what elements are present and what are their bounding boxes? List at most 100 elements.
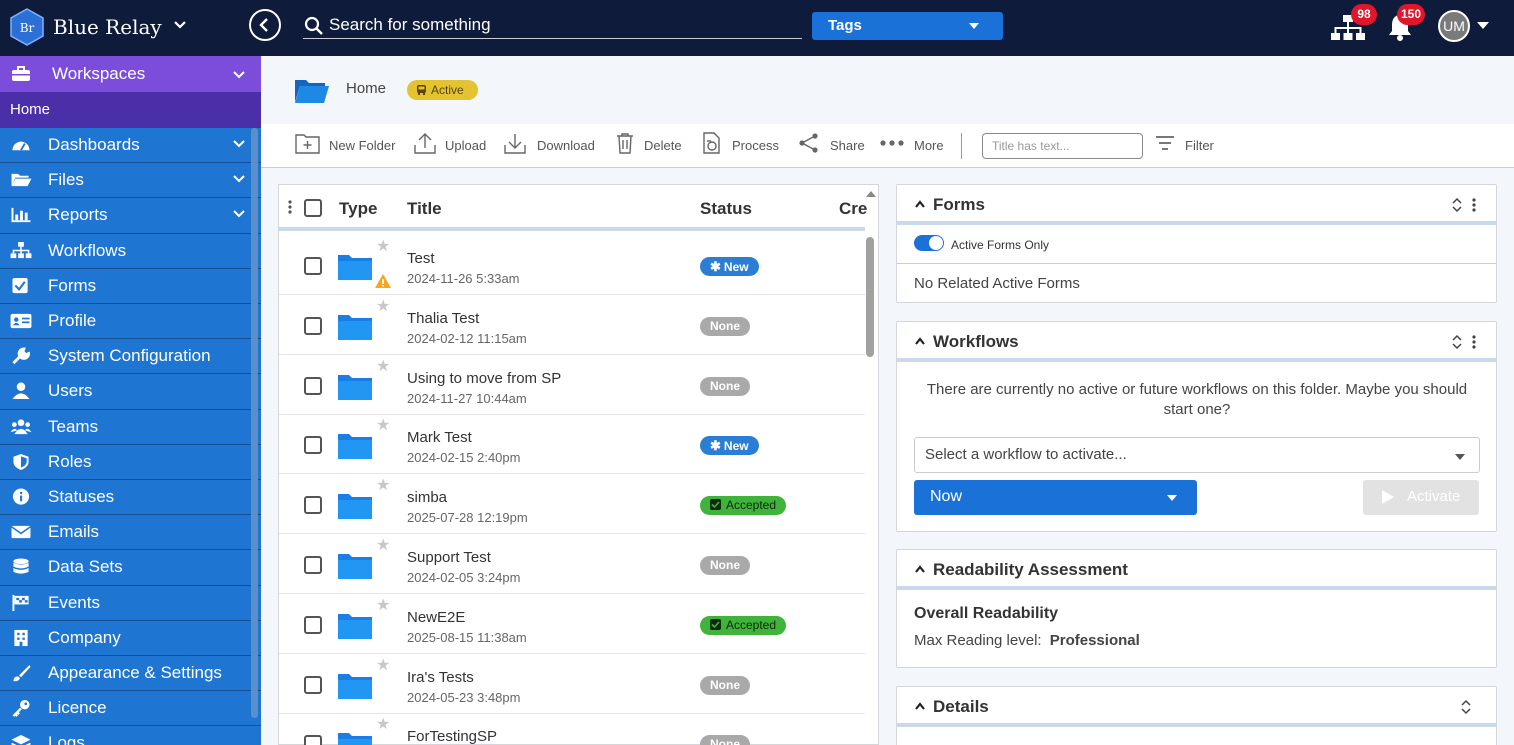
folder-open-icon (295, 80, 329, 103)
column-created[interactable]: Cre (839, 199, 867, 219)
table-row[interactable]: ★ Mark Test 2024-02-15 2:40pm ✱ New (279, 414, 865, 475)
title-filter-input[interactable] (982, 133, 1143, 159)
star-icon[interactable]: ★ (376, 415, 390, 435)
row-checkbox[interactable] (304, 496, 322, 515)
vertical-dots-icon[interactable] (1471, 197, 1477, 213)
table-row[interactable]: ★ NewE2E 2025-08-15 11:38am Accepted (279, 594, 865, 654)
table-row[interactable]: ★ Thalia Test 2024-02-12 11:15am None (279, 295, 865, 355)
forms-card-header[interactable]: Forms (897, 185, 1496, 225)
sidebar-item-logs[interactable]: Logs (0, 726, 261, 745)
table-row[interactable]: ★ Test 2024-11-26 5:33am ✱ New (279, 235, 865, 295)
tags-dropdown[interactable]: Tags (812, 12, 1003, 40)
table-row[interactable]: ★ Using to move from SP 2024-11-27 10:44am… (279, 355, 865, 415)
sidebar-item-roles[interactable]: Roles (0, 445, 261, 480)
table-row[interactable]: ★ Support Test 2024-02-05 3:24pm None (279, 534, 865, 594)
column-title[interactable]: Title (407, 199, 442, 219)
star-icon[interactable]: ★ (376, 714, 390, 734)
row-title[interactable]: Using to move from SP (407, 370, 561, 387)
star-icon[interactable]: ★ (376, 475, 390, 495)
status-badge-label: Active (431, 83, 464, 97)
status-badge: None (700, 675, 750, 695)
chevron-up-icon[interactable] (914, 701, 926, 711)
column-type[interactable]: Type (339, 199, 377, 219)
sidebar-item-workflows[interactable]: Workflows (0, 234, 261, 269)
sidebar-item-profile[interactable]: Profile (0, 304, 261, 340)
column-menu-icon[interactable] (287, 200, 293, 214)
sidebar-item-reports[interactable]: Reports (0, 198, 261, 234)
activate-button[interactable]: Activate (1363, 480, 1479, 515)
table-row[interactable]: ★ Ira's Tests 2024-05-23 3:48pm None (279, 654, 865, 714)
chevron-up-icon[interactable] (914, 564, 926, 574)
column-status[interactable]: Status (700, 199, 752, 219)
vertical-dots-icon[interactable] (1471, 334, 1477, 350)
scroll-up-icon[interactable] (865, 189, 877, 199)
sidebar-item-emails[interactable]: Emails (0, 515, 261, 551)
sidebar-item-appearance-settings[interactable]: Appearance & Settings (0, 656, 261, 692)
row-title[interactable]: Mark Test (407, 429, 472, 446)
search-input[interactable] (329, 13, 789, 37)
sort-icon[interactable] (1460, 699, 1472, 715)
logo-icon[interactable]: Br (10, 8, 44, 46)
star-icon[interactable]: ★ (376, 296, 390, 316)
row-title[interactable]: NewE2E (407, 609, 465, 626)
row-checkbox[interactable] (304, 735, 322, 745)
schedule-now-dropdown[interactable]: Now (914, 480, 1197, 515)
file-list-scrollbar[interactable] (866, 237, 874, 357)
sort-icon[interactable] (1451, 197, 1463, 213)
row-title[interactable]: ForTestingSP (407, 728, 497, 745)
sidebar-item-events[interactable]: Events (0, 586, 261, 621)
row-checkbox[interactable] (304, 556, 322, 574)
row-checkbox[interactable] (304, 376, 322, 395)
page-title: Home (346, 80, 387, 97)
sidebar-item-data-sets[interactable]: Data Sets (0, 550, 261, 586)
sidebar-item-home[interactable]: Home (0, 92, 261, 128)
row-checkbox[interactable] (304, 615, 322, 634)
chevron-up-icon[interactable] (914, 336, 926, 346)
brand-name[interactable]: Blue Relay (53, 15, 162, 39)
sidebar-item-statuses[interactable]: Statuses (0, 480, 261, 516)
caret-down-icon[interactable] (1477, 22, 1489, 29)
wrench-icon (12, 347, 31, 365)
star-icon[interactable]: ★ (376, 655, 390, 675)
row-title[interactable]: Support Test (407, 549, 491, 566)
sidebar-item-licence[interactable]: Licence (0, 691, 261, 727)
details-card-header[interactable]: Details (897, 687, 1496, 727)
sidebar-item-forms[interactable]: Forms (0, 269, 261, 304)
sidebar-item-company[interactable]: Company (0, 621, 261, 656)
logo-text: Br (20, 21, 35, 35)
star-icon[interactable]: ★ (376, 236, 390, 256)
sidebar-scrollbar[interactable] (251, 128, 258, 718)
sidebar-item-system-configuration[interactable]: System Configuration (0, 339, 261, 375)
sort-icon[interactable] (1451, 334, 1463, 350)
sidebar-item-dashboards[interactable]: Dashboards (0, 128, 261, 164)
workflow-select[interactable]: Select a workflow to activate... (914, 437, 1480, 473)
table-row[interactable]: ★ ForTestingSP None (279, 713, 865, 745)
row-title[interactable]: Ira's Tests (407, 669, 474, 686)
row-checkbox[interactable] (304, 675, 322, 694)
readability-card-header[interactable]: Readability Assessment (897, 550, 1496, 590)
star-icon[interactable]: ★ (376, 356, 390, 376)
chevron-down-icon[interactable] (172, 17, 188, 33)
status-badge: ✱ New (700, 257, 759, 276)
star-icon[interactable]: ★ (376, 595, 390, 615)
row-checkbox[interactable] (304, 257, 322, 275)
row-date: 2024-11-27 10:44am (407, 390, 527, 406)
row-checkbox[interactable] (304, 316, 322, 335)
paint-brush-icon (13, 664, 31, 682)
sidebar-item-users[interactable]: Users (0, 374, 261, 410)
sidebar-item-teams[interactable]: Teams (0, 410, 261, 445)
row-title[interactable]: Thalia Test (407, 310, 479, 327)
back-button[interactable] (249, 9, 281, 41)
active-forms-toggle[interactable] (914, 235, 944, 251)
chevron-up-icon[interactable] (914, 199, 926, 209)
sidebar-workspaces[interactable]: Workspaces (0, 56, 261, 92)
table-row[interactable]: ★ simba 2025-07-28 12:19pm Accepted (279, 474, 865, 535)
sidebar-item-files[interactable]: Files (0, 163, 261, 199)
row-title[interactable]: Test (407, 250, 435, 267)
row-title[interactable]: simba (407, 489, 447, 506)
row-checkbox[interactable] (304, 436, 322, 455)
avatar[interactable]: UM (1438, 10, 1470, 42)
workflows-card-header[interactable]: Workflows (897, 322, 1496, 362)
star-icon[interactable]: ★ (376, 535, 390, 555)
select-all-checkbox[interactable] (304, 199, 322, 217)
